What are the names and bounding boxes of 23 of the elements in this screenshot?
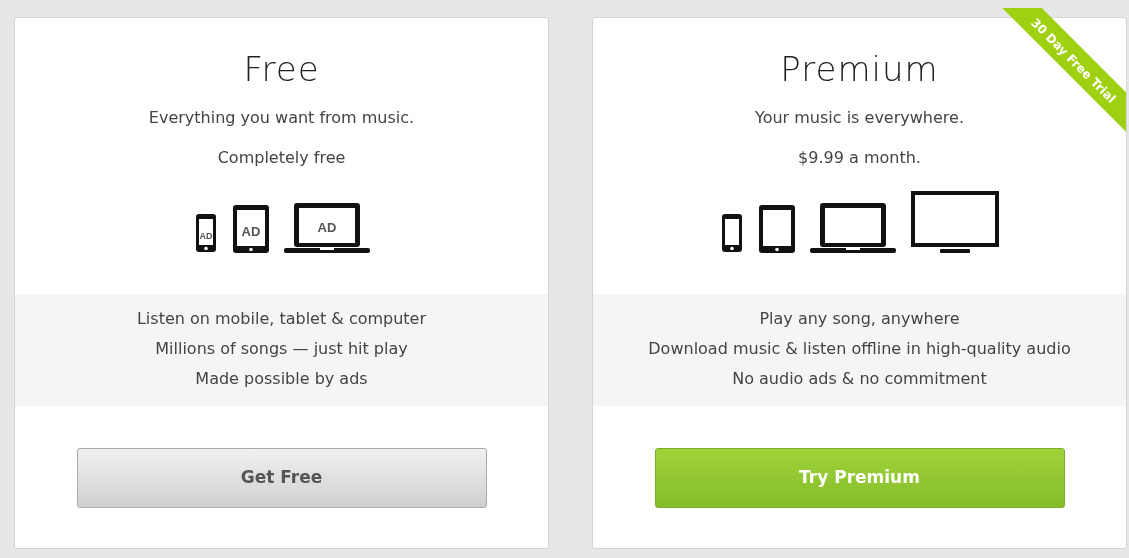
feature-text: Download music & listen offline in high-quality audio [647,338,1072,360]
tablet-icon [758,205,795,253]
phone-icon [721,214,742,252]
get-button[interactable]: Get Free [76,448,487,508]
laptop-icon [809,203,896,253]
phone-icon [195,214,216,252]
feature-text: Millions of songs — just hit play [154,338,409,360]
feature-text: No audio ads & no commitment [731,368,988,390]
plan-title: Free [243,48,320,90]
plan-price: Completely free [216,148,347,168]
plan-tagline: Everything you want from music. [147,108,416,128]
feature-text: Made possible by ads [194,368,369,390]
plan-price: $9.99 a month. [797,148,922,168]
ad-label: AD [317,220,336,236]
feature-text: Listen on mobile, tablet & computer [135,308,428,330]
tv-icon [910,191,999,253]
ad-label: AD [199,231,212,242]
tablet-icon [232,205,269,253]
laptop-icon [283,203,370,253]
plan-tagline: Your music is everywhere. [754,108,965,128]
feature-text: Play any song, anywhere [758,308,961,330]
plan-title: Premium [780,48,939,90]
ad-label: AD [241,224,260,240]
